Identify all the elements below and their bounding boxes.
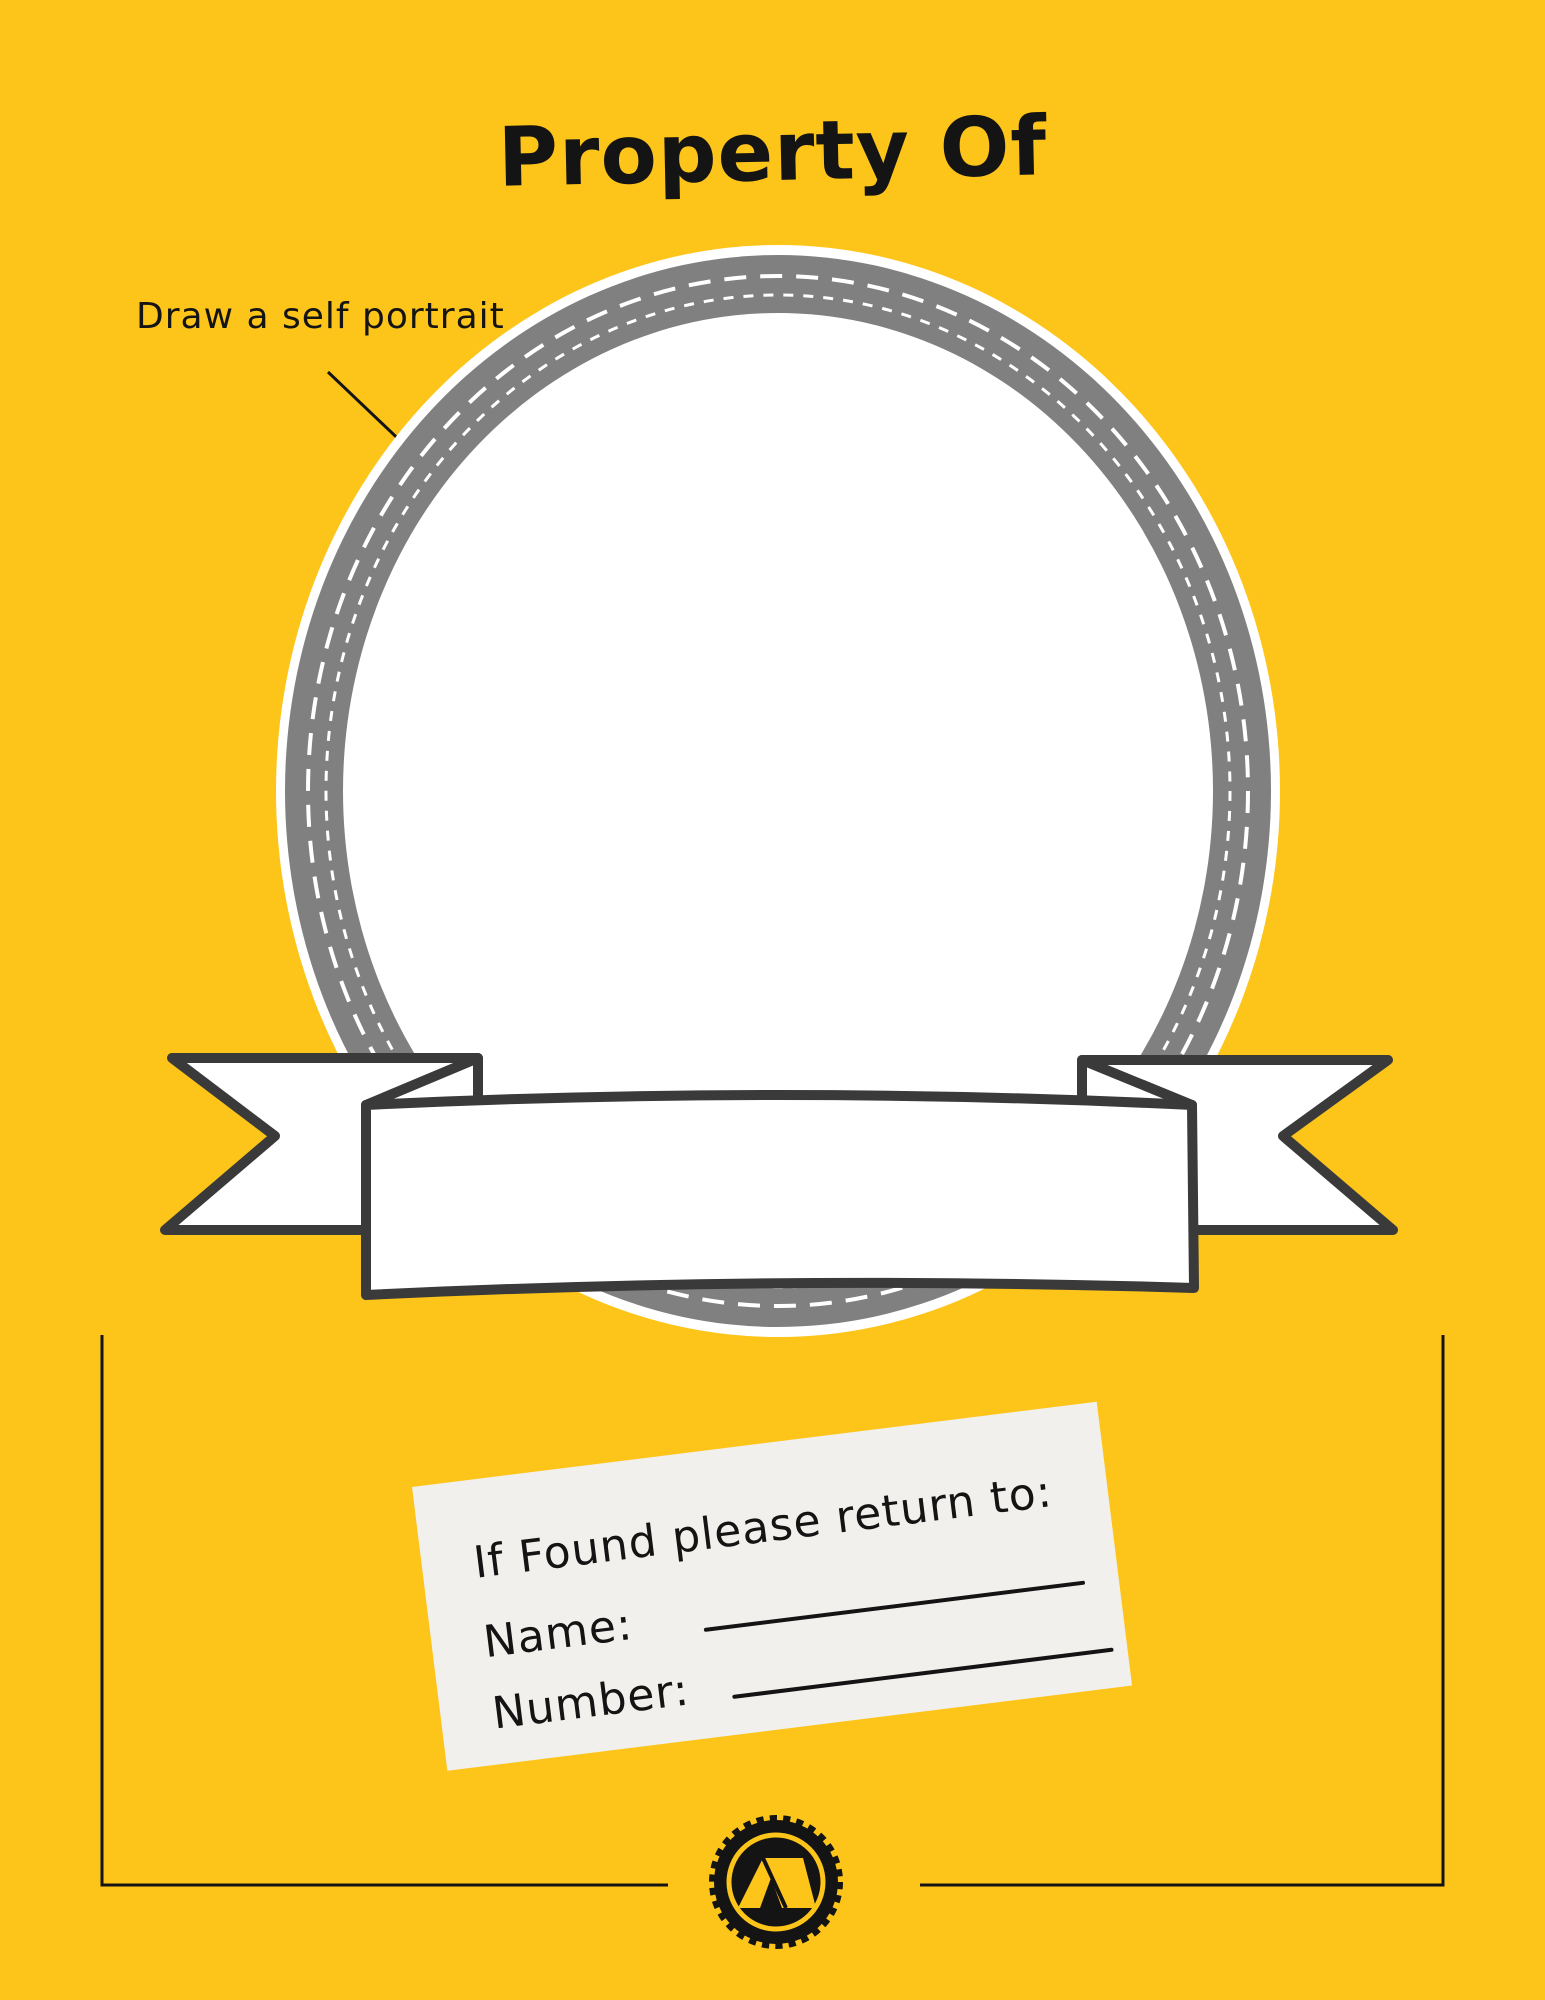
number-label: Number: [489, 1664, 693, 1740]
name-label: Name: [480, 1599, 636, 1669]
name-write-line[interactable] [703, 1580, 1086, 1633]
name-banner-field[interactable] [380, 1120, 1170, 1270]
number-write-line[interactable] [732, 1647, 1114, 1699]
tent-gear-icon [709, 1815, 843, 1949]
return-heading: If Found please return to: [470, 1466, 1056, 1589]
